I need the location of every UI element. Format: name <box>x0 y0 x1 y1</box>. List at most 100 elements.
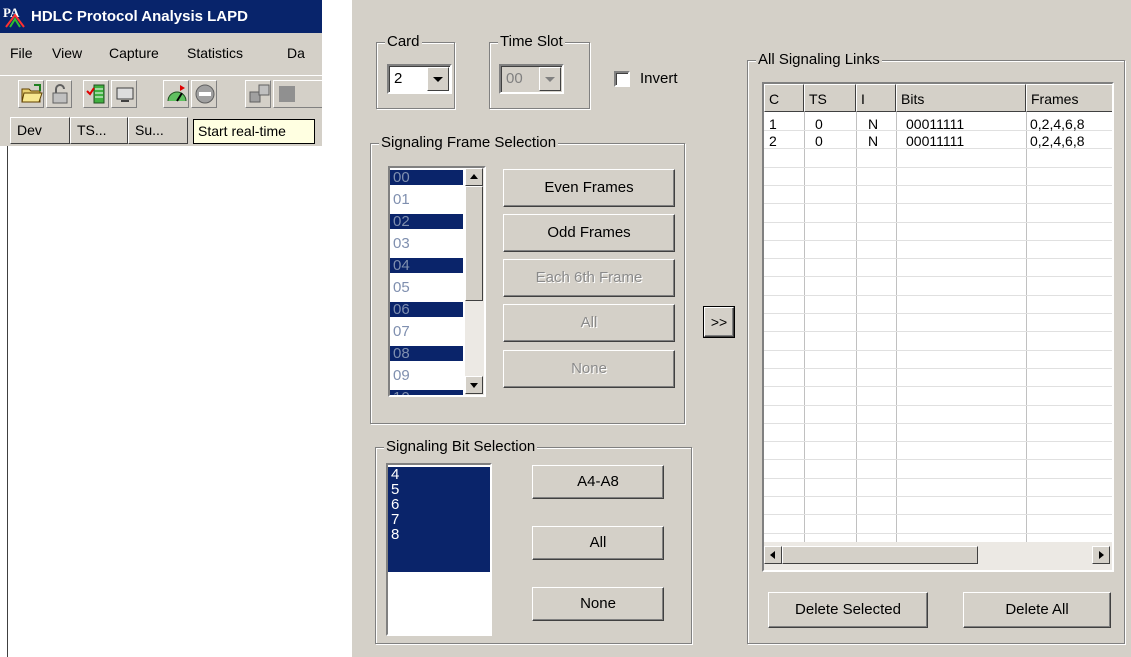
divider <box>7 146 8 657</box>
even-frames-button[interactable]: Even Frames <box>503 169 675 207</box>
frame-selection-label: Signaling Frame Selection <box>379 134 559 151</box>
grid-line <box>764 185 1112 186</box>
grid-line <box>764 423 1112 424</box>
list-item[interactable]: 5 <box>388 482 490 497</box>
delete-all-button[interactable]: Delete All <box>963 592 1111 628</box>
grid-line <box>764 313 1112 314</box>
invert-label: Invert <box>640 70 678 87</box>
list-item[interactable]: 01 <box>390 192 463 207</box>
grid-line <box>764 276 1112 277</box>
card-label: Card <box>385 33 422 50</box>
scroll-thumb[interactable] <box>782 546 978 564</box>
delete-selected-button[interactable]: Delete Selected <box>768 592 928 628</box>
title-bar[interactable]: PA HDLC Protocol Analysis LAPD <box>0 0 322 33</box>
list-item[interactable]: 00 <box>390 170 463 185</box>
grid-line <box>764 350 1112 351</box>
menu-bar: File View Capture Statistics Da <box>0 33 322 75</box>
grid-line <box>764 514 1112 515</box>
list-item[interactable]: 7 <box>388 512 490 527</box>
signaling-links-table[interactable]: C TS I Bits Frames 1 0 N 00011111 0,2,4,… <box>762 82 1114 572</box>
odd-frames-button[interactable]: Odd Frames <box>503 214 675 252</box>
grid-line <box>764 258 1112 259</box>
cell-bits: 00011111 <box>906 133 965 149</box>
col-ts[interactable]: TS... <box>70 117 128 144</box>
grid-line <box>764 405 1112 406</box>
bit-listbox[interactable]: 4 5 6 7 8 <box>386 463 492 636</box>
a4-a8-button[interactable]: A4-A8 <box>532 465 664 499</box>
grid-line <box>764 222 1112 223</box>
col-bits[interactable]: Bits <box>896 84 1026 112</box>
cell-frames: 0,2,4,6,8 <box>1030 133 1085 149</box>
list-item[interactable]: 02 <box>390 214 463 229</box>
no-frames-button[interactable]: None <box>503 350 675 388</box>
chevron-down-icon[interactable] <box>427 67 449 91</box>
scroll-up-icon[interactable] <box>465 168 483 186</box>
scroll-left-icon[interactable] <box>764 546 782 564</box>
list-item[interactable]: 06 <box>390 302 463 317</box>
app-title: HDLC Protocol Analysis LAPD <box>31 8 248 25</box>
all-frames-button[interactable]: All <box>503 304 675 342</box>
scroll-right-icon[interactable] <box>1092 546 1110 564</box>
invert-checkbox[interactable] <box>614 71 630 87</box>
app-window: PA HDLC Protocol Analysis LAPD File View… <box>0 0 322 657</box>
checklist-icon[interactable] <box>83 80 109 108</box>
grid-line <box>764 331 1112 332</box>
list-item[interactable]: 4 <box>388 467 490 482</box>
col-frames[interactable]: Frames <box>1026 84 1112 112</box>
grid-line <box>764 533 1112 534</box>
list-item[interactable]: 05 <box>390 280 463 295</box>
monitor-icon[interactable] <box>111 80 137 108</box>
list-item[interactable]: 09 <box>390 368 463 383</box>
each-6th-frame-button[interactable]: Each 6th Frame <box>503 259 675 297</box>
col-c[interactable]: C <box>764 84 804 112</box>
cell-i: N <box>868 116 879 132</box>
grid-line <box>764 386 1112 387</box>
menu-file[interactable]: File <box>10 45 33 61</box>
start-realtime-icon[interactable] <box>163 80 189 108</box>
app-logo-icon: PA <box>2 3 28 29</box>
frame-list-scrollbar[interactable] <box>465 168 484 395</box>
cell-ts: 0 <box>815 116 823 132</box>
cell-bits: 00011111 <box>906 116 965 132</box>
frame-listbox[interactable]: 00 01 02 03 04 05 06 07 08 09 10 <box>388 166 486 397</box>
list-item[interactable]: 08 <box>390 346 463 361</box>
open-folder-icon[interactable] <box>18 80 44 108</box>
bit-selection-label: Signaling Bit Selection <box>384 438 538 455</box>
table-hscrollbar[interactable] <box>764 542 1112 570</box>
col-ts[interactable]: TS <box>804 84 856 112</box>
col-dev[interactable]: Dev <box>10 117 70 144</box>
grid-line <box>764 203 1112 204</box>
stop-icon[interactable] <box>191 80 217 108</box>
add-link-button[interactable]: >> <box>703 306 735 338</box>
list-item[interactable]: 03 <box>390 236 463 251</box>
list-item[interactable]: 04 <box>390 258 463 273</box>
cell-c: 1 <box>769 116 777 132</box>
scroll-thumb[interactable] <box>465 186 483 301</box>
tooltip: Start real-time <box>193 119 315 144</box>
chevron-down-icon[interactable] <box>539 67 561 91</box>
window-icon[interactable] <box>245 80 271 108</box>
list-item[interactable]: 6 <box>388 497 490 512</box>
menu-statistics[interactable]: Statistics <box>187 45 243 61</box>
col-i[interactable]: I <box>856 84 896 112</box>
col-su[interactable]: Su... <box>128 117 188 144</box>
list-item[interactable]: 07 <box>390 324 463 339</box>
cell-frames: 0,2,4,6,8 <box>1030 116 1085 132</box>
grid-line <box>764 496 1112 497</box>
grid-line <box>764 459 1112 460</box>
all-bits-button[interactable]: All <box>532 526 664 560</box>
scroll-down-icon[interactable] <box>465 376 483 394</box>
lock-icon[interactable] <box>46 80 72 108</box>
menu-capture[interactable]: Capture <box>109 45 159 61</box>
menu-data[interactable]: Da <box>287 45 305 61</box>
cell-c: 2 <box>769 133 777 149</box>
time-slot-select[interactable]: 00 <box>499 64 564 94</box>
toolbar <box>0 75 322 113</box>
signaling-links-label: All Signaling Links <box>756 51 882 68</box>
list-item[interactable]: 8 <box>388 527 490 572</box>
more-tools-icon[interactable] <box>273 80 322 108</box>
list-item[interactable]: 10 <box>390 390 463 395</box>
card-select[interactable]: 2 <box>387 64 452 94</box>
no-bits-button[interactable]: None <box>532 587 664 621</box>
menu-view[interactable]: View <box>52 45 82 61</box>
